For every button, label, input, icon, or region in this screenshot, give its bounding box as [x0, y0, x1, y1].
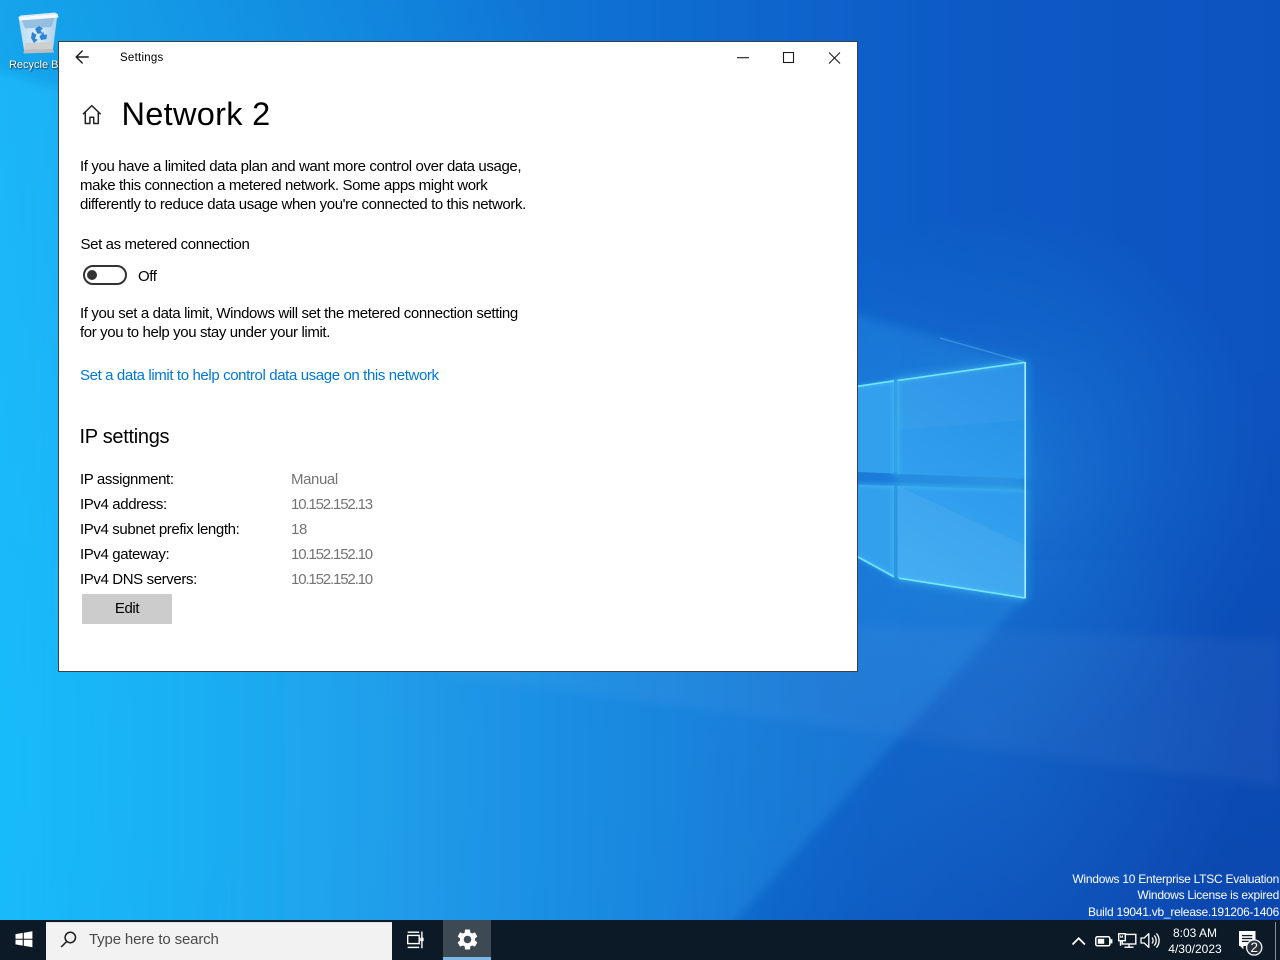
svg-text:2: 2: [1250, 940, 1258, 955]
